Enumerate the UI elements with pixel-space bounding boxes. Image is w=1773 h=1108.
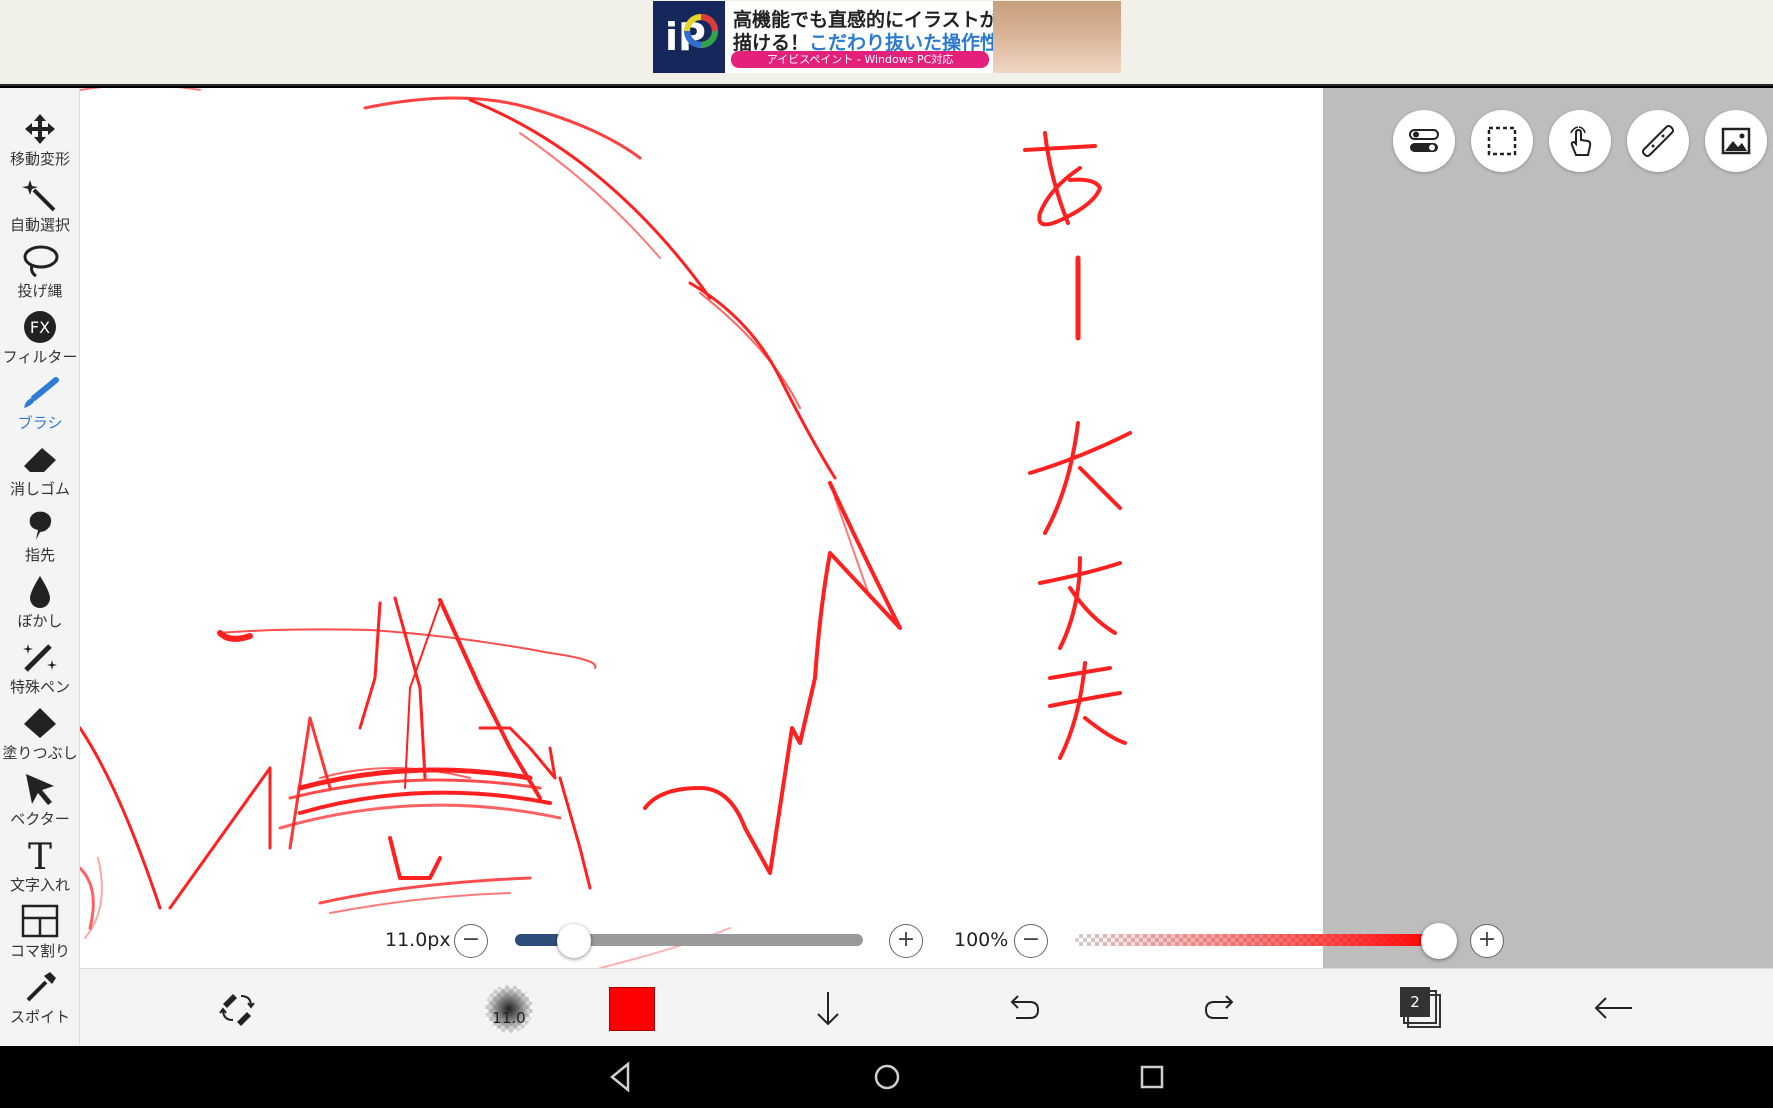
opacity-increase-button[interactable]: + (1470, 924, 1504, 958)
tool-label: ベクター (10, 810, 70, 828)
ad-banner[interactable]: iP 高機能でも直感的にイラストが 描ける！こだわり抜いた操作性！ アイビスペイ… (653, 1, 1121, 73)
brush-size-increase-button[interactable]: + (889, 924, 923, 958)
toggle-settings-button[interactable] (1393, 110, 1455, 172)
special-pen-icon (23, 644, 57, 672)
hand-touch-icon (1570, 126, 1592, 156)
tool-move-transform[interactable]: 移動変形 (0, 106, 79, 172)
opacity-knob[interactable] (1421, 923, 1457, 959)
back-button[interactable] (1584, 979, 1644, 1037)
bottom-toolbar: 11.0 2 (80, 968, 1773, 1046)
tool-text[interactable]: T 文字入れ (0, 832, 79, 898)
ad-bar: iP 高機能でも直感的にイラストが 描ける！こだわり抜いた操作性！ アイビスペイ… (0, 0, 1773, 86)
triangle-back-icon (610, 1061, 630, 1093)
brush-preview-size: 11.0 (492, 1009, 526, 1027)
blur-icon (30, 576, 50, 608)
redo-icon (1204, 995, 1234, 1019)
ibis-logo: iP (653, 1, 725, 73)
tool-brush[interactable]: ブラシ (0, 370, 79, 436)
touch-button[interactable] (1549, 110, 1611, 172)
ruler-button[interactable] (1627, 110, 1689, 172)
tool-frame-divider[interactable]: コマ割り (0, 898, 79, 964)
tool-label: スポイト (9, 1008, 70, 1026)
tool-sidebar: 移動変形 自動選択 投げ縄 FX フィルター ブラシ 消しゴム 指先 ぼかし 特… (0, 88, 80, 1046)
workspace (80, 88, 1773, 968)
tool-filter[interactable]: FX フィルター (0, 304, 79, 370)
redo-button[interactable] (1190, 979, 1250, 1037)
eraser-icon (24, 448, 56, 472)
drawing-canvas[interactable] (80, 88, 1323, 968)
layers-button[interactable]: 2 (1398, 985, 1442, 1029)
fill-icon (24, 708, 56, 738)
tool-label: 自動選択 (9, 216, 70, 234)
brush-size-label: 11.0px (385, 929, 451, 951)
tool-label: 移動変形 (9, 150, 70, 168)
smudge-icon (29, 511, 52, 540)
tool-label: 特殊ペン (9, 678, 70, 696)
brush-preview-button[interactable]: 11.0 (485, 985, 533, 1033)
circle-home-icon (874, 1064, 900, 1090)
nav-home-button[interactable] (870, 1060, 904, 1094)
tool-label: ブラシ (17, 414, 63, 432)
move-icon (25, 114, 55, 144)
swap-pen-eraser-icon (219, 994, 255, 1026)
arrow-down-icon (817, 992, 839, 1026)
opacity-label: 100% (954, 929, 1009, 951)
text-icon-glyph: T (28, 838, 52, 872)
tool-lasso[interactable]: 投げ縄 (0, 238, 79, 304)
tool-label: コマ割り (9, 942, 70, 960)
tool-eraser[interactable]: 消しゴム (0, 436, 79, 502)
brush-size-decrease-button[interactable]: − (454, 924, 488, 958)
vector-icon (26, 774, 54, 805)
tool-label: 指先 (24, 546, 55, 564)
tool-label: 文字入れ (9, 876, 70, 894)
toggle-icon (1409, 129, 1439, 152)
fx-icon-text: FX (30, 318, 50, 337)
eyedropper-icon (26, 972, 56, 1002)
dashed-selection-icon (1487, 126, 1517, 156)
tool-eyedropper[interactable]: スポイト (0, 964, 79, 1030)
tool-smudge[interactable]: 指先 (0, 502, 79, 568)
red-sketch-strokes (80, 88, 1132, 968)
tool-special-pen[interactable]: 特殊ペン (0, 634, 79, 700)
tool-auto-select[interactable]: 自動選択 (0, 172, 79, 238)
ad-subline: アイビスペイント - Windows PC対応 (731, 51, 989, 68)
text-icon: T (28, 838, 52, 872)
undo-button[interactable] (994, 979, 1054, 1037)
arrow-left-icon (1594, 997, 1632, 1019)
brush-size-knob[interactable] (557, 924, 592, 958)
tool-vector[interactable]: ベクター (0, 766, 79, 832)
color-swatch-button[interactable] (609, 987, 655, 1031)
color-wheel-icon (684, 14, 718, 48)
tool-label: ぼかし (17, 612, 63, 630)
nav-recents-button[interactable] (1135, 1060, 1169, 1094)
tool-label: 塗りつぶし (2, 744, 78, 762)
ad-character-image (993, 1, 1121, 73)
image-button[interactable] (1705, 110, 1767, 172)
frame-divider-icon (21, 904, 59, 938)
tool-blur[interactable]: ぼかし (0, 568, 79, 634)
square-recents-icon (1140, 1065, 1164, 1089)
nav-back-button[interactable] (604, 1060, 638, 1094)
tool-fill[interactable]: 塗りつぶし (0, 700, 79, 766)
undo-icon (1010, 995, 1040, 1019)
opacity-slider[interactable] (1075, 934, 1439, 946)
fx-icon: FX (24, 311, 56, 343)
image-icon (1721, 127, 1751, 155)
brush-icon (24, 377, 59, 408)
opacity-decrease-button[interactable]: − (1014, 924, 1048, 958)
android-nav-bar (0, 1046, 1773, 1108)
tool-label: フィルター (2, 348, 78, 366)
tool-switch-button[interactable] (207, 979, 267, 1037)
tool-label: 投げ縄 (17, 282, 63, 300)
magic-wand-icon (22, 180, 56, 212)
selection-button[interactable] (1471, 110, 1533, 172)
lasso-icon (23, 245, 59, 278)
layer-count: 2 (1400, 987, 1430, 1017)
move-down-button[interactable] (798, 979, 858, 1037)
tool-label: 消しゴム (9, 480, 70, 498)
ruler-icon (1642, 125, 1674, 157)
